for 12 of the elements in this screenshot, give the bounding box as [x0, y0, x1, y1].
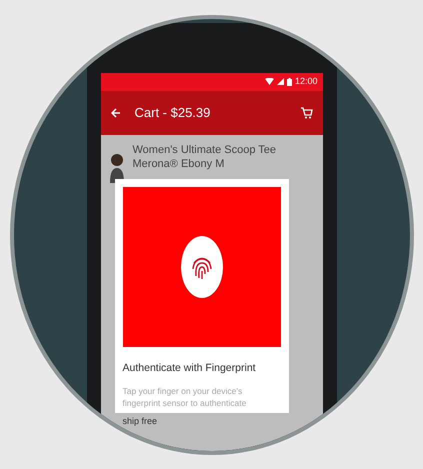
app-bar-title: Cart - $25.39 [134, 104, 212, 122]
wifi-icon [264, 78, 274, 85]
back-arrow-icon[interactable] [110, 108, 120, 118]
signal-icon [276, 78, 284, 85]
dialog-message: Tap your finger on your device's fingerprint sensor to authenticate [122, 386, 248, 410]
cart-icon[interactable] [300, 106, 312, 118]
battery-icon [286, 78, 292, 86]
status-time: 12:00 [294, 74, 318, 88]
dialog-title: Authenticate with Fingerprint [122, 360, 257, 376]
item-title: Women's Ultimate Scoop Tee [132, 142, 276, 157]
item-subtitle: Merona® Ebony M [132, 156, 226, 172]
item-shipping-text: ship free [122, 414, 158, 428]
